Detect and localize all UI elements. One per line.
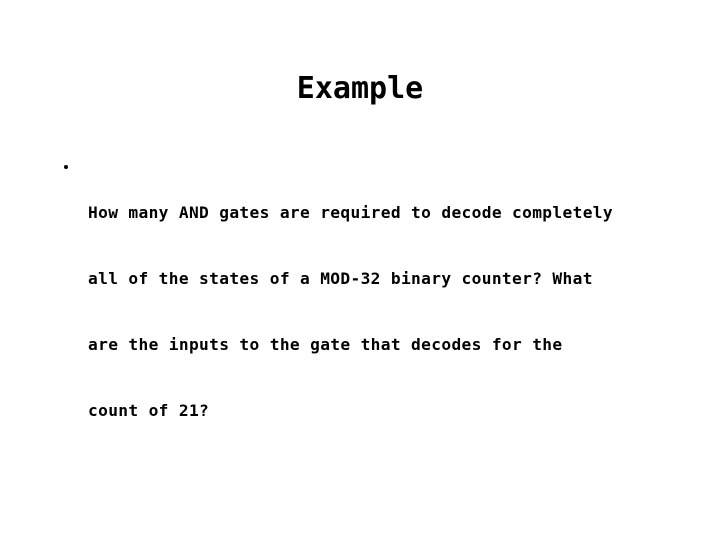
bullet-text-line: are the inputs to the gate that decodes … <box>88 335 563 354</box>
list-item: How many AND gates are required to decod… <box>62 158 682 466</box>
page-title: Example <box>296 71 424 106</box>
bullet-text-line: count of 21? <box>88 401 210 420</box>
slide-body: How many AND gates are required to decod… <box>62 158 682 466</box>
bullet-text: How many AND gates are required to decod… <box>88 158 682 466</box>
bullet-text-line: all of the states of a MOD-32 binary cou… <box>88 269 593 288</box>
bullet-dot-icon <box>64 165 68 169</box>
bullet-text-line: How many AND gates are required to decod… <box>88 203 613 222</box>
slide-canvas: Example How many AND gates are required … <box>0 0 720 540</box>
